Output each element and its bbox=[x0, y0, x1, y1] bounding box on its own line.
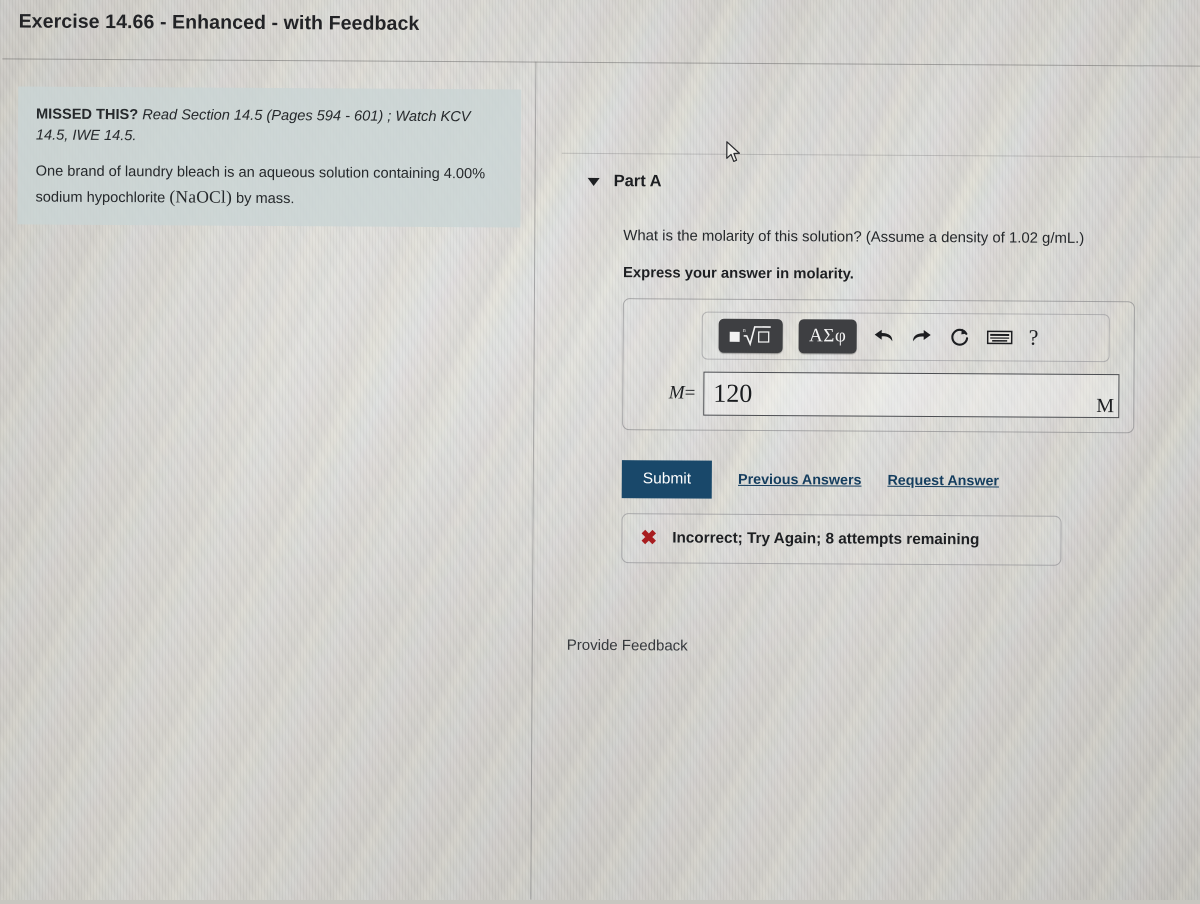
variable-m: M bbox=[668, 382, 685, 404]
equals-sign: = bbox=[684, 382, 696, 404]
page-content: Exercise 14.66 - Enhanced - with Feedbac… bbox=[0, 0, 1200, 904]
feedback-message: Incorrect; Try Again; 8 attempts remaini… bbox=[672, 529, 980, 549]
help-icon[interactable]: ? bbox=[1029, 325, 1039, 351]
x-mark-icon: ✖ bbox=[640, 527, 658, 550]
feedback-message-box: ✖ Incorrect; Try Again; 8 attempts remai… bbox=[621, 513, 1062, 566]
problem-text-after-formula: by mass. bbox=[231, 190, 295, 207]
svg-text:n: n bbox=[743, 328, 746, 334]
molarity-variable-label: M= bbox=[637, 382, 703, 404]
previous-answers-link[interactable]: Previous Answers bbox=[738, 472, 862, 489]
redo-icon[interactable] bbox=[911, 327, 933, 347]
reset-icon[interactable] bbox=[949, 326, 971, 348]
template-icon-svg: n bbox=[729, 326, 771, 347]
problem-statement: One brand of laundry bleach is an aqueou… bbox=[35, 162, 502, 211]
question-text: What is the molarity of this solution? (… bbox=[623, 228, 1085, 247]
submit-row: Submit Previous Answers Request Answer bbox=[621, 460, 999, 500]
submit-button[interactable]: Submit bbox=[621, 460, 713, 499]
mouse-cursor bbox=[726, 141, 743, 164]
math-toolbar: n ΑΣφ ? bbox=[701, 311, 1110, 363]
part-section-divider bbox=[561, 152, 1200, 158]
answer-input[interactable] bbox=[703, 371, 1120, 419]
page-title: Exercise 14.66 - Enhanced - with Feedbac… bbox=[18, 10, 420, 35]
chemical-formula-naocl: (NaOCl) bbox=[169, 185, 233, 207]
request-answer-link[interactable]: Request Answer bbox=[887, 473, 999, 490]
undo-icon[interactable] bbox=[873, 327, 895, 347]
provide-feedback-link[interactable]: Provide Feedback bbox=[567, 637, 688, 655]
missed-this-label: MISSED THIS? bbox=[35, 106, 139, 124]
column-divider bbox=[530, 61, 537, 900]
unit-label-molarity: M bbox=[1096, 395, 1115, 418]
part-a-header[interactable]: Part A bbox=[587, 172, 662, 191]
answer-input-row: M= bbox=[637, 371, 1120, 419]
triangle-down-icon[interactable] bbox=[587, 177, 600, 186]
header-divider bbox=[2, 58, 1200, 67]
hint-resources-line: MISSED THIS? Read Section 14.5 (Pages 59… bbox=[36, 105, 503, 149]
math-template-icon[interactable]: n bbox=[718, 318, 783, 354]
part-a-label: Part A bbox=[613, 172, 662, 191]
answer-instruction: Express your answer in molarity. bbox=[623, 265, 854, 283]
answer-entry-container: n ΑΣφ ? M= 120 bbox=[622, 298, 1135, 434]
greek-symbols-button[interactable]: ΑΣφ bbox=[798, 319, 857, 354]
missed-this-panel: MISSED THIS? Read Section 14.5 (Pages 59… bbox=[17, 86, 522, 228]
keyboard-icon[interactable] bbox=[986, 328, 1013, 346]
